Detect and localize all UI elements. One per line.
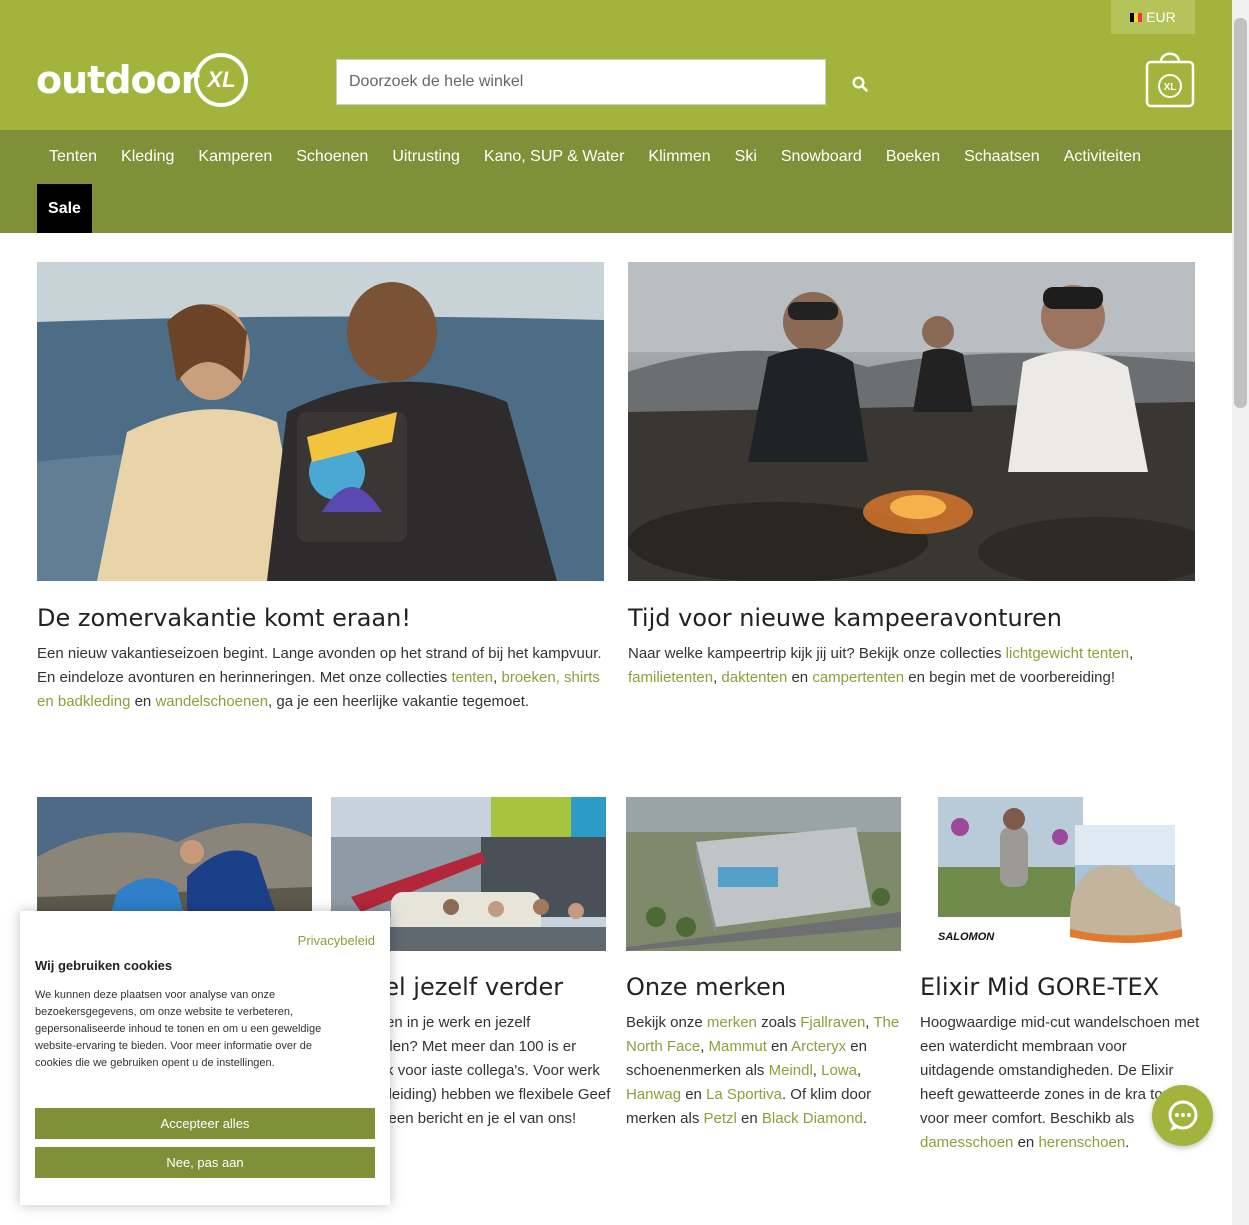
- search-input[interactable]: [336, 59, 826, 105]
- text-segment: ,: [856, 1062, 862, 1079]
- logo-badge: XL: [194, 53, 249, 107]
- hero-title-camping: Tijd voor nieuwe kampeeravonturen: [628, 604, 1063, 632]
- link-campertenten[interactable]: campertenten: [812, 669, 904, 686]
- text-segment: Bekijk onze: [626, 1014, 707, 1031]
- link-damesschoen[interactable]: damesschoen: [920, 1134, 1013, 1151]
- hero-image-camping-art: [628, 262, 1195, 581]
- text-segment: en: [766, 1038, 792, 1055]
- card-title-elixir: Elixir Mid GORE-TEX: [920, 973, 1160, 1001]
- link-meindl[interactable]: Meindl: [769, 1062, 813, 1079]
- belgium-flag-icon: [1130, 12, 1143, 22]
- link-black-diamond[interactable]: Black Diamond: [762, 1110, 863, 1127]
- text-segment: een bericht en je el van ons!: [384, 1110, 577, 1127]
- cookie-text: We kunnen deze plaatsen voor analyse van…: [35, 989, 322, 1069]
- hero-image-camping[interactable]: [628, 262, 1195, 581]
- text-segment: en: [130, 693, 156, 710]
- nav-item-klimmen[interactable]: Klimmen: [636, 148, 722, 166]
- search-button[interactable]: [846, 70, 874, 98]
- site-header: EUR outdoor XL XL: [0, 0, 1232, 130]
- shopping-bag-icon: XL: [1145, 52, 1195, 108]
- nav-item-kano-sup-water[interactable]: Kano, SUP & Water: [472, 148, 637, 166]
- page-scrollbar[interactable]: [1232, 0, 1249, 1225]
- cookie-title: Wij gebruiken cookies: [35, 958, 173, 973]
- cart-button[interactable]: XL: [1144, 48, 1196, 110]
- text-segment: en: [681, 1086, 707, 1103]
- chat-icon: [1168, 1100, 1197, 1131]
- text-segment: , ga je een heerlijke vakantie tegemoet.: [268, 693, 530, 710]
- text-segment: ,: [493, 669, 502, 686]
- nav-item-uitrusting[interactable]: Uitrusting: [380, 148, 472, 166]
- nav-item-schoenen[interactable]: Schoenen: [284, 148, 380, 166]
- text-segment: ,: [1129, 645, 1134, 662]
- logo-word: outdoor: [36, 58, 199, 102]
- link-fjallraven[interactable]: Fjallraven: [800, 1014, 865, 1031]
- currency-switcher[interactable]: EUR: [1111, 0, 1195, 34]
- hero-image-summer[interactable]: [37, 262, 604, 581]
- card-title-brands: Onze merken: [626, 973, 787, 1001]
- nav-item-schaatsen[interactable]: Schaatsen: [952, 148, 1052, 166]
- accept-all-button[interactable]: Accepteer alles: [35, 1108, 375, 1139]
- card-image-salomon-shoe-art: SALOMON: [938, 797, 1182, 943]
- salomon-logo: SALOMON: [938, 931, 995, 943]
- text-segment: en: [736, 1110, 762, 1127]
- nav-row: Tenten Kleding Kamperen Schoenen Uitrust…: [37, 130, 1153, 184]
- customize-cookies-button[interactable]: Nee, pas aan: [35, 1147, 375, 1178]
- nav-item-tenten[interactable]: Tenten: [37, 148, 109, 166]
- link-lichtgewicht-tenten[interactable]: lichtgewicht tenten: [1006, 645, 1129, 662]
- link-merken[interactable]: merken: [707, 1014, 757, 1031]
- link-wandelschoenen[interactable]: wandelschoenen: [155, 693, 268, 710]
- hero-text-summer: Een nieuw vakantieseizoen begint. Lange …: [37, 642, 602, 714]
- currency-label: EUR: [1146, 9, 1176, 25]
- link-tenten[interactable]: tenten: [451, 669, 493, 686]
- hero-title-summer: De zomervakantie komt eraan!: [37, 604, 411, 632]
- link-familietenten[interactable]: familietenten: [628, 669, 713, 686]
- link-herenschoen[interactable]: herenschoen: [1038, 1134, 1125, 1151]
- main-navigation: Tenten Kleding Kamperen Schoenen Uitrust…: [0, 130, 1232, 233]
- card-image-store-building[interactable]: [626, 797, 901, 951]
- cart-badge: XL: [1164, 82, 1177, 93]
- card-text-brands: Bekijk onze merken zoals Fjallraven, The…: [626, 1011, 906, 1131]
- nav-item-boeken[interactable]: Boeken: [874, 148, 952, 166]
- link-hanwag[interactable]: Hanwag: [626, 1086, 681, 1103]
- nav-item-kamperen[interactable]: Kamperen: [186, 148, 284, 166]
- nav-item-snowboard[interactable]: Snowboard: [769, 148, 874, 166]
- text-segment: en: [1013, 1134, 1039, 1151]
- text-segment: .: [1125, 1134, 1130, 1151]
- text-segment: Naar welke kampeertrip kijk jij uit? Bek…: [628, 645, 1006, 662]
- text-segment: en: [787, 669, 813, 686]
- nav-item-activiteiten[interactable]: Activiteiten: [1052, 148, 1153, 166]
- link-arcteryx[interactable]: Arcteryx: [791, 1038, 846, 1055]
- nav-item-sale[interactable]: Sale: [37, 184, 92, 233]
- link-daktenten[interactable]: daktenten: [721, 669, 787, 686]
- nav-item-kleding[interactable]: Kleding: [109, 148, 186, 166]
- cookie-banner: Privacybeleid Wij gebruiken cookies We k…: [20, 911, 390, 1205]
- chat-button[interactable]: [1152, 1085, 1213, 1146]
- hero-image-summer-art: [37, 262, 604, 581]
- scrollbar-thumb[interactable]: [1234, 18, 1247, 408]
- link-lowa[interactable]: Lowa: [821, 1062, 857, 1079]
- text-segment: ,: [700, 1038, 709, 1055]
- search-icon: [852, 76, 868, 92]
- privacy-policy-link[interactable]: Privacybeleid: [298, 933, 375, 948]
- link-petzl[interactable]: Petzl: [704, 1110, 737, 1127]
- text-segment: zoals: [756, 1014, 801, 1031]
- text-segment: .: [862, 1110, 867, 1127]
- hero-text-camping: Naar welke kampeertrip kijk jij uit? Bek…: [628, 642, 1193, 690]
- link-mammut[interactable]: Mammut: [709, 1038, 767, 1055]
- text-segment: ,: [812, 1062, 822, 1079]
- card-image-salomon-shoe[interactable]: SALOMON: [920, 797, 1195, 951]
- card-image-store-building-art: [626, 797, 901, 951]
- text-segment: en begin met de voorbereiding!: [904, 669, 1116, 686]
- site-logo[interactable]: outdoor XL: [36, 52, 249, 108]
- nav-item-ski[interactable]: Ski: [723, 148, 769, 166]
- link-la-sportiva[interactable]: La Sportiva: [706, 1086, 782, 1103]
